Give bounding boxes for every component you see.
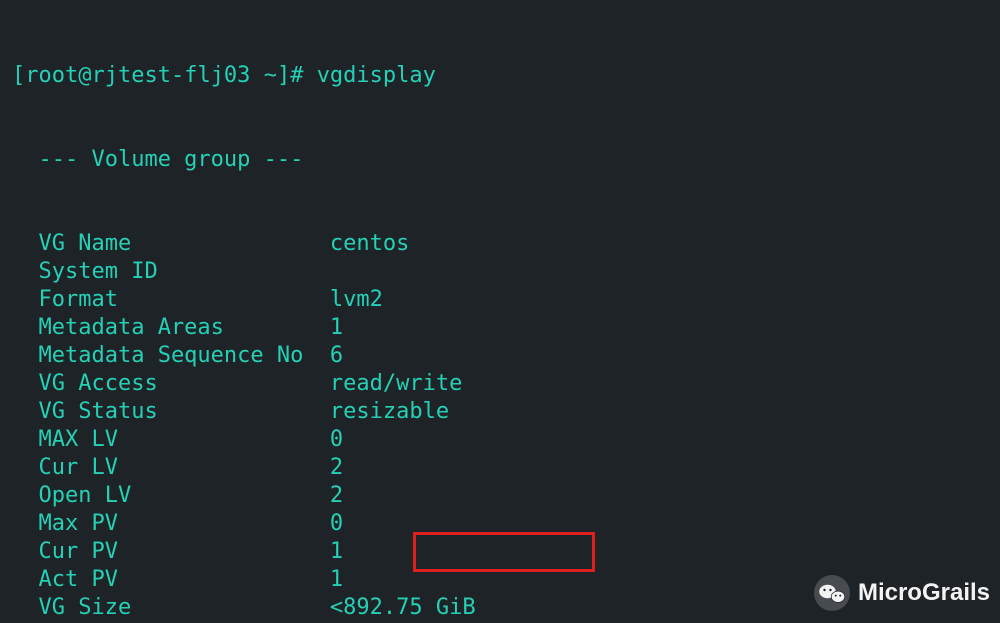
vg-field-value: read/write — [317, 371, 463, 396]
vg-field-label: MAX LV — [12, 426, 317, 454]
vg-field-row: VG Access read/write — [12, 370, 988, 398]
vg-field-label: Cur PV — [12, 538, 317, 566]
vg-field-row: VG Status resizable — [12, 398, 988, 426]
vg-field-row: Metadata Areas 1 — [12, 314, 988, 342]
vg-field-label: VG Name — [12, 230, 317, 258]
vg-field-row: Max PV 0 — [12, 510, 988, 538]
vg-field-row: Format lvm2 — [12, 286, 988, 314]
vg-field-value: 6 — [317, 343, 344, 368]
vg-field-label: Metadata Sequence No — [12, 342, 317, 370]
vg-field-value: 2 — [317, 455, 344, 480]
prompt-open-bracket: [ — [12, 63, 25, 88]
vg-field-row: System ID — [12, 258, 988, 286]
watermark: MicroGrails — [814, 575, 990, 611]
vg-field-label: Max PV — [12, 510, 317, 538]
vg-field-label: Act PV — [12, 566, 317, 594]
vg-field-value: 1 — [317, 539, 344, 564]
vg-field-label: Cur LV — [12, 454, 317, 482]
prompt-close-bracket: ] — [277, 63, 290, 88]
vg-field-value: 1 — [317, 567, 344, 592]
watermark-text: MicroGrails — [858, 579, 990, 607]
vg-field-value: 2 — [317, 483, 344, 508]
vg-field-row: Metadata Sequence No 6 — [12, 342, 988, 370]
command-text: vgdisplay — [317, 63, 436, 88]
vg-field-value: 0 — [317, 427, 344, 452]
wechat-icon — [814, 575, 850, 611]
vg-field-value: resizable — [317, 399, 449, 424]
vg-field-value: centos — [317, 231, 410, 256]
prompt-at: @ — [78, 63, 91, 88]
vg-field-row: Open LV 2 — [12, 482, 988, 510]
vg-field-label: System ID — [12, 258, 158, 286]
vg-field-value: <892.75 GiB — [317, 595, 476, 620]
vg-header: --- Volume group --- — [12, 146, 988, 174]
vg-field-value: 1 — [317, 315, 344, 340]
vg-field-label: VG Size — [12, 594, 317, 622]
vg-field-label: Format — [12, 286, 317, 314]
prompt-host: rjtest-flj03 — [91, 63, 250, 88]
vg-field-label: Metadata Areas — [12, 314, 317, 342]
terminal-output: [root@rjtest-flj03 ~]# vgdisplay --- Vol… — [0, 0, 1000, 623]
vg-field-row: MAX LV 0 — [12, 426, 988, 454]
prompt-sigil: # — [290, 63, 303, 88]
vg-field-label: Open LV — [12, 482, 317, 510]
vg-field-label: VG Status — [12, 398, 317, 426]
prompt-cwd: ~ — [264, 63, 277, 88]
prompt-user: root — [25, 63, 78, 88]
vg-field-label: VG Access — [12, 370, 317, 398]
vg-field-row: Cur LV 2 — [12, 454, 988, 482]
vg-field-value: lvm2 — [317, 287, 383, 312]
prompt-line[interactable]: [root@rjtest-flj03 ~]# vgdisplay — [12, 62, 988, 90]
vg-field-row: Cur PV 1 — [12, 538, 988, 566]
vg-field-row: VG Name centos — [12, 230, 988, 258]
vg-field-value: 0 — [317, 511, 344, 536]
